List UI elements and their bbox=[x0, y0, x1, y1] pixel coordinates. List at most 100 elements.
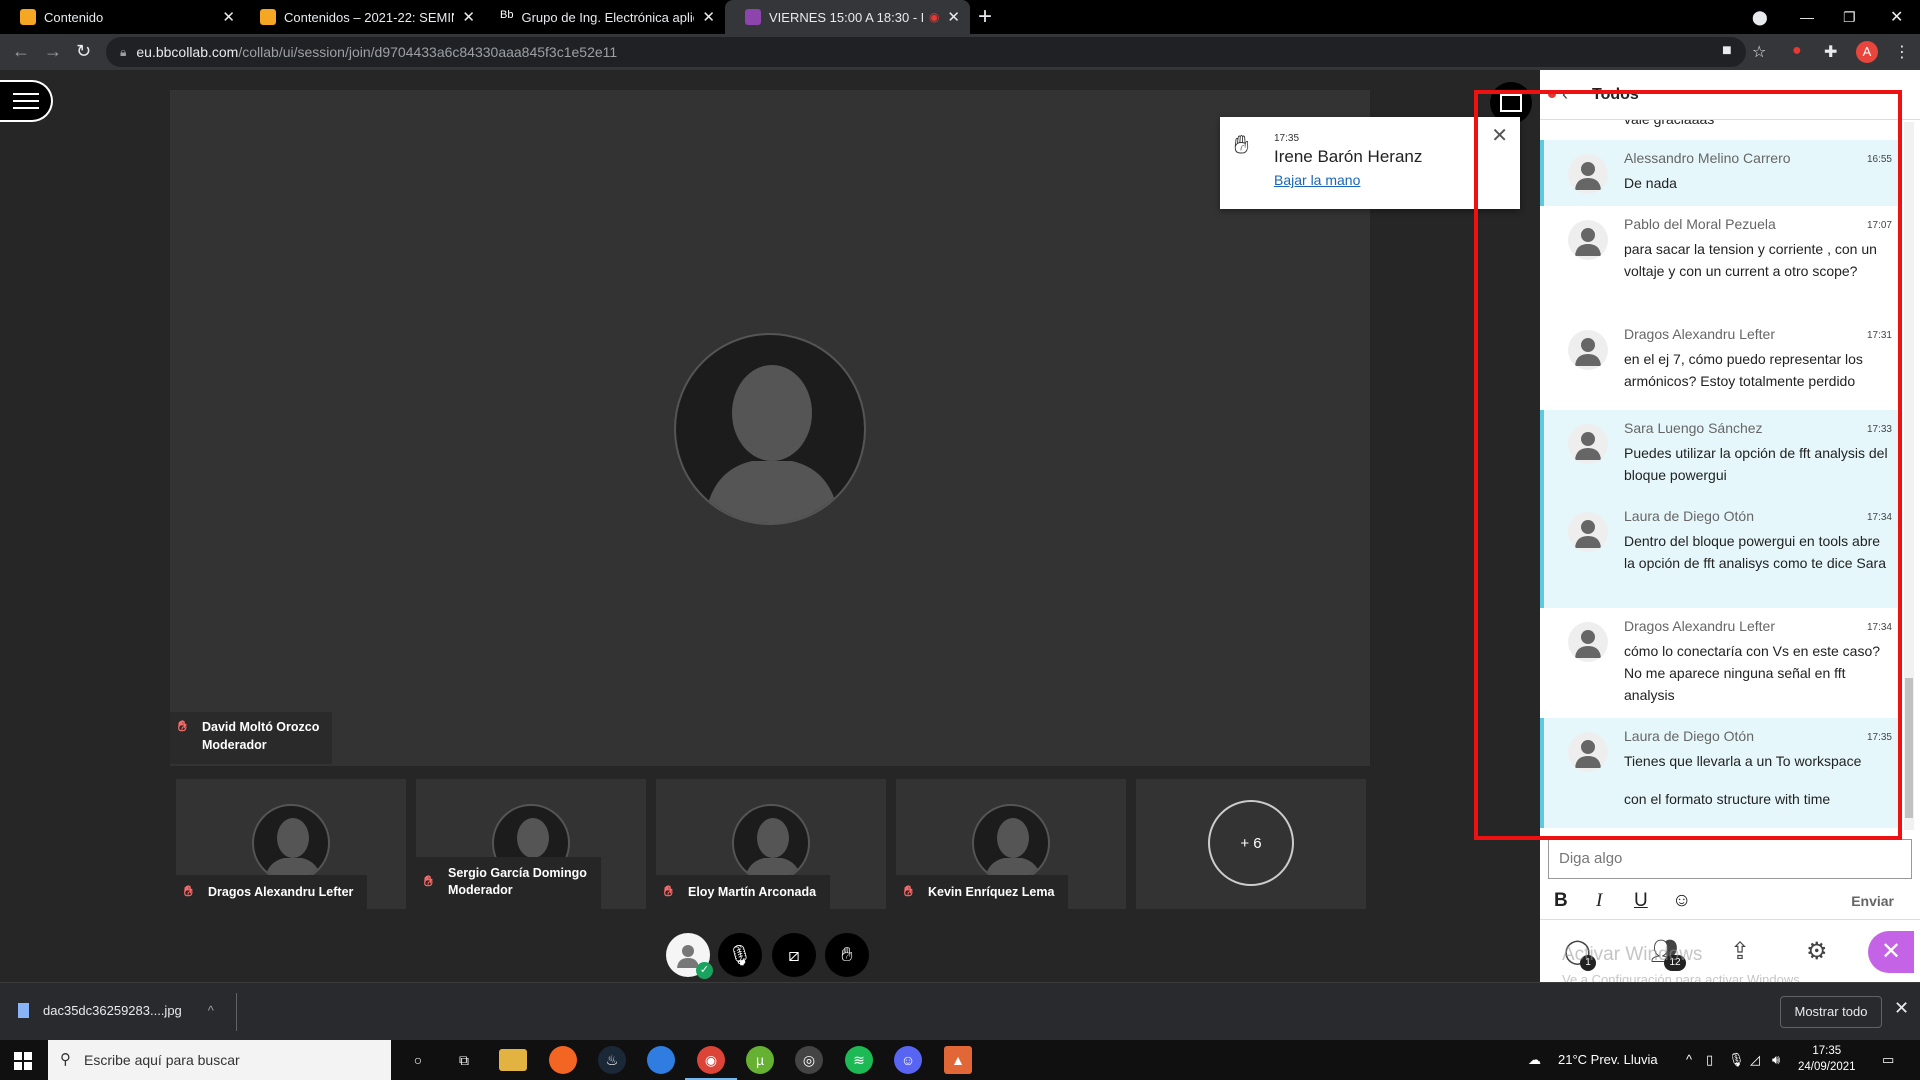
notification-center-icon[interactable]: ▭ bbox=[1882, 1052, 1894, 1068]
more-participants-tile[interactable]: + 6 bbox=[1136, 779, 1366, 909]
session-menu-button[interactable] bbox=[0, 80, 53, 122]
divider bbox=[236, 993, 237, 1031]
scrollbar-thumb[interactable] bbox=[1905, 678, 1913, 818]
chevron-up-icon[interactable]: ^ bbox=[208, 1003, 214, 1018]
close-icon[interactable]: ✕ bbox=[947, 8, 960, 26]
chat-message: Laura de Diego Otón 17:34 Dentro del blo… bbox=[1540, 498, 1900, 608]
share-content-icon[interactable]: ⇪ bbox=[1730, 937, 1750, 966]
network-icon[interactable]: ◿ bbox=[1750, 1052, 1760, 1068]
minimize-button[interactable]: — bbox=[1800, 0, 1814, 34]
chat-message: vale graciaaas bbox=[1540, 120, 1900, 136]
origin-icon[interactable] bbox=[549, 1046, 577, 1074]
kebab-menu-icon[interactable]: ⋮ bbox=[1894, 42, 1910, 62]
participant-tile[interactable]: ✋︎ Sergio García Domingo Moderador bbox=[416, 779, 646, 909]
raise-hand-button[interactable]: ✋︎ bbox=[825, 933, 869, 977]
message-author: Laura de Diego Otón bbox=[1624, 728, 1754, 744]
chrome-menu-icon[interactable]: ⬤ bbox=[1752, 0, 1768, 34]
more-participants-count[interactable]: + 6 bbox=[1208, 800, 1294, 886]
back-icon[interactable]: ← bbox=[12, 41, 30, 62]
close-window-button[interactable]: ✕ bbox=[1890, 0, 1903, 34]
new-tab-button[interactable]: + bbox=[978, 3, 992, 31]
chrome-icon[interactable]: ◉ bbox=[685, 1046, 737, 1080]
message-text: Puedes utilizar la opción de fft analysi… bbox=[1624, 445, 1888, 483]
show-all-button[interactable]: Mostrar todo bbox=[1780, 996, 1882, 1028]
participant-label: ✋︎ Eloy Martín Arconada bbox=[656, 875, 831, 909]
discord-icon[interactable]: ☺ bbox=[894, 1046, 922, 1074]
blackboard-icon: Bb bbox=[500, 9, 514, 21]
chat-scrollbar[interactable] bbox=[1904, 122, 1914, 830]
profile-avatar[interactable]: A bbox=[1856, 41, 1878, 63]
weather-text[interactable]: 21°C Prev. Lluvia bbox=[1558, 1052, 1658, 1067]
utorrent-icon[interactable]: µ bbox=[746, 1046, 774, 1074]
weather-icon[interactable]: ☁ bbox=[1528, 1052, 1541, 1068]
camera-icon[interactable]: ■ bbox=[1722, 42, 1732, 60]
message-text: en el ej 7, cómo puedo representar los a… bbox=[1624, 351, 1863, 389]
file-explorer-icon[interactable] bbox=[499, 1049, 527, 1071]
address-bar[interactable]: 🔒︎ eu.bbcollab.com/collab/ui/session/joi… bbox=[106, 37, 1746, 67]
participant-tile[interactable]: ✋︎ Kevin Enríquez Lema bbox=[896, 779, 1126, 909]
battery-icon[interactable]: ▯ bbox=[1706, 1052, 1713, 1068]
tab-viernes-session[interactable]: VIERNES 15:00 A 18:30 - Bb C ◉ ✕ bbox=[725, 0, 970, 34]
avatar-placeholder bbox=[674, 333, 866, 525]
participant-name: Dragos Alexandru Lefter bbox=[208, 885, 354, 899]
person-icon bbox=[1575, 162, 1601, 190]
tray-chevron-icon[interactable]: ^ bbox=[1686, 1052, 1692, 1067]
close-icon[interactable]: ✕ bbox=[222, 8, 235, 26]
task-view-icon[interactable]: ⧉ bbox=[450, 1046, 478, 1074]
my-status-button[interactable]: ✓ bbox=[666, 933, 713, 979]
settings-gear-icon[interactable]: ⚙ bbox=[1806, 937, 1828, 966]
person-icon bbox=[1575, 520, 1601, 548]
battlenet-icon[interactable] bbox=[647, 1046, 675, 1074]
participant-tile[interactable]: ✋︎ Dragos Alexandru Lefter bbox=[176, 779, 406, 909]
extensions-puzzle-icon[interactable]: ✚ bbox=[1824, 42, 1837, 62]
underline-button[interactable]: U bbox=[1634, 890, 1648, 912]
person-icon bbox=[1575, 228, 1601, 256]
download-item[interactable]: dac35dc36259283....jpg ^ bbox=[18, 1003, 214, 1018]
close-panel-button[interactable]: ✕ bbox=[1868, 931, 1914, 973]
extension-record-icon[interactable]: ● bbox=[1792, 42, 1802, 60]
reload-icon[interactable]: ↻ bbox=[76, 41, 91, 62]
tab-contenido[interactable]: Contenido ✕ bbox=[0, 0, 245, 34]
url-host: eu.bbcollab.com bbox=[136, 44, 239, 60]
forward-icon[interactable]: → bbox=[44, 41, 62, 62]
italic-button[interactable]: I bbox=[1596, 890, 1602, 912]
emoji-button[interactable]: ☺ bbox=[1672, 890, 1691, 912]
cortana-icon[interactable]: ○ bbox=[404, 1046, 432, 1074]
maximize-button[interactable]: ❐ bbox=[1843, 0, 1856, 34]
microphone-icon[interactable]: 🎙︎ bbox=[1728, 1052, 1745, 1068]
camera-toggle-button[interactable]: ⧄ bbox=[772, 933, 816, 977]
search-icon: ⚲ bbox=[60, 1051, 71, 1068]
windows-activation-watermark: Activar Windows bbox=[1562, 944, 1703, 965]
message-text: Dentro del bloque powergui en tools abre… bbox=[1624, 533, 1887, 571]
spotify-icon[interactable]: ≋ bbox=[845, 1046, 873, 1074]
hamburger-icon bbox=[12, 100, 39, 102]
matlab-icon[interactable]: ▲ bbox=[944, 1046, 972, 1074]
tab-title: Contenidos – 2021-22: SEMINAR bbox=[284, 9, 454, 25]
download-filename: dac35dc36259283....jpg bbox=[43, 1003, 182, 1018]
bold-button[interactable]: B bbox=[1554, 890, 1568, 912]
message-time: 17:33 bbox=[1866, 424, 1892, 435]
steam-icon[interactable]: ♨ bbox=[598, 1046, 626, 1074]
bookmark-star-icon[interactable]: ☆ bbox=[1752, 42, 1766, 62]
close-icon[interactable]: ✕ bbox=[462, 8, 475, 26]
close-icon[interactable]: ✕ bbox=[702, 8, 715, 26]
send-button[interactable]: Enviar bbox=[1851, 893, 1894, 909]
recording-icon: ◉ bbox=[928, 10, 940, 24]
notification-name: Irene Barón Heranz bbox=[1274, 147, 1423, 166]
person-silhouette-icon bbox=[704, 365, 840, 523]
tab-contenidos-seminar[interactable]: Contenidos – 2021-22: SEMINAR ✕ bbox=[240, 0, 485, 34]
tab-grupo-ing[interactable]: Bb Grupo de Ing. Electrónica aplicad ✕ bbox=[480, 0, 725, 34]
taskbar-clock[interactable]: 17:35 24/09/2021 bbox=[1798, 1043, 1856, 1075]
obs-icon[interactable]: ◎ bbox=[795, 1046, 823, 1074]
taskbar-search-box[interactable]: ⚲ Escribe aquí para buscar bbox=[48, 1040, 391, 1080]
close-icon[interactable]: ✕ bbox=[1491, 123, 1508, 148]
chat-message-input[interactable]: Diga algo bbox=[1548, 839, 1912, 879]
message-text: Tienes que llevarla a un To workspace bbox=[1624, 753, 1862, 769]
microphone-toggle-button[interactable]: 🎙︎ bbox=[718, 933, 762, 977]
chevron-left-icon[interactable]: ‹ bbox=[1562, 84, 1568, 105]
participant-tile[interactable]: ✋︎ Eloy Martín Arconada bbox=[656, 779, 886, 909]
close-icon[interactable]: ✕ bbox=[1894, 998, 1909, 1019]
windows-start-icon[interactable] bbox=[14, 1052, 32, 1070]
lower-hand-link[interactable]: Bajar la mano bbox=[1274, 172, 1360, 188]
volume-icon[interactable]: 🔊︎ bbox=[1772, 1052, 1780, 1068]
